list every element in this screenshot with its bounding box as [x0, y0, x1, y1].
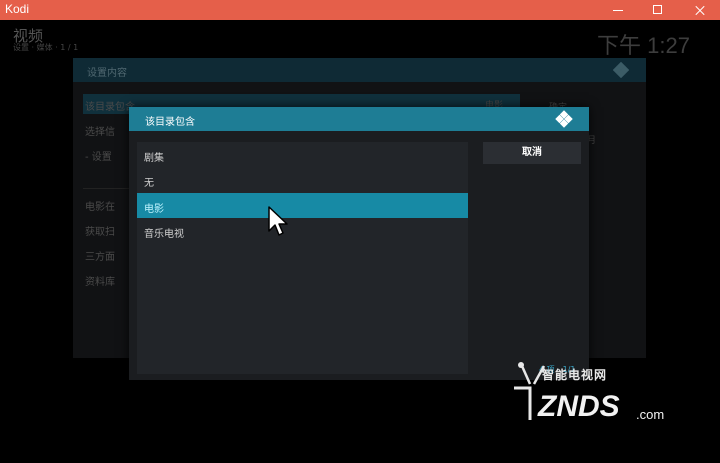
list-item-label: 音乐电视 — [144, 229, 184, 240]
window-titlebar: Kodi — [0, 0, 720, 20]
list-item[interactable]: 无 — [137, 167, 468, 192]
list-item-selected[interactable]: 电影 — [137, 193, 468, 218]
clock: 下午 1:27 — [597, 33, 690, 58]
list-item[interactable]: 音乐电视 — [137, 218, 468, 243]
close-button[interactable] — [683, 0, 717, 20]
maximize-icon — [653, 5, 662, 14]
list-item-label: 电影 — [144, 204, 164, 215]
background-item: 电影在 — [85, 202, 115, 213]
background-item: - 设置 — [85, 152, 112, 163]
dialog-header: 该目录包含 — [129, 107, 589, 131]
background-item: 选择信 — [85, 127, 115, 138]
background-dialog-header: 设置内容 — [73, 58, 646, 82]
background-dialog-title: 设置内容 — [87, 68, 127, 79]
background-item: 获取扫 — [85, 227, 115, 238]
watermark: 智能电视网 ZNDS .com — [508, 360, 713, 430]
mouse-cursor-icon — [268, 206, 288, 236]
background-item: 该目录包含 — [85, 102, 135, 113]
list-item-label: 无 — [144, 178, 154, 189]
list-item[interactable]: 剧集 — [137, 142, 468, 167]
window-title: Kodi — [5, 2, 30, 16]
minimize-icon — [613, 10, 623, 11]
background-item: 三方面 — [85, 252, 115, 263]
dialog-title: 该目录包含 — [145, 117, 195, 128]
watermark-logo: ZNDS — [538, 390, 620, 423]
option-list: 剧集 无 电影 音乐电视 — [137, 142, 468, 374]
watermark-chinese-text: 智能电视网 — [542, 368, 608, 382]
kodi-logo-icon — [555, 110, 573, 128]
maximize-button[interactable] — [641, 0, 675, 20]
background-header-subtitle: 设置 · 媒体 · 1 / 1 — [13, 43, 79, 52]
cancel-button[interactable]: 取消 — [483, 142, 581, 164]
kodi-logo-icon — [613, 62, 629, 78]
watermark-domain: .com — [636, 407, 665, 422]
minimize-button[interactable] — [601, 0, 635, 20]
background-item: 资料库 — [85, 277, 115, 288]
list-item-label: 剧集 — [144, 153, 164, 164]
content-type-dialog: 该目录包含 剧集 无 电影 音乐电视 取消 4 项 - 1/1 — [129, 107, 589, 380]
